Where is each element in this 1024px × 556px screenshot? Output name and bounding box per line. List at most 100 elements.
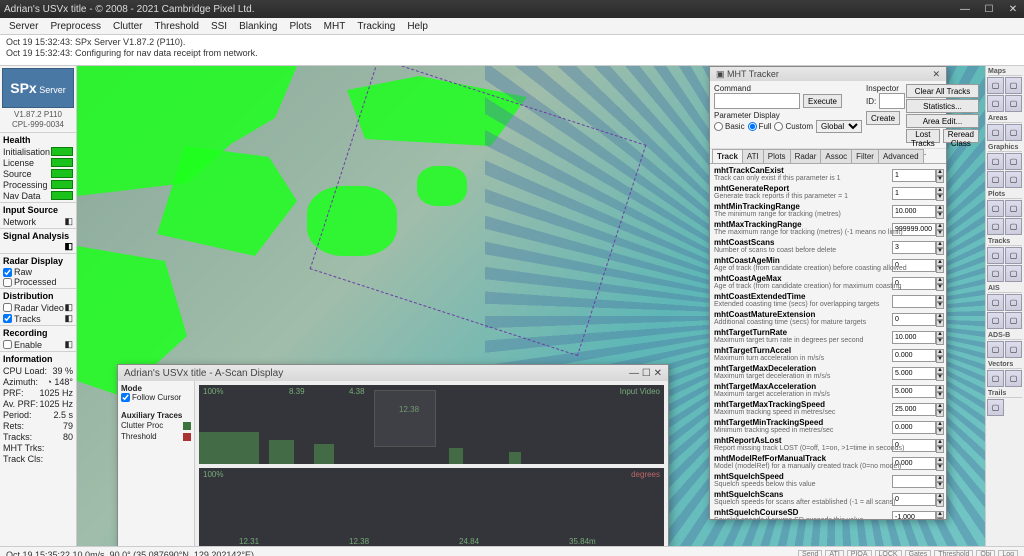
spin-down-icon[interactable]: ▼ xyxy=(936,374,944,381)
reread-class-button[interactable]: Reread Class xyxy=(943,129,979,143)
spin-up-icon[interactable]: ▲ xyxy=(936,241,944,248)
tool-button[interactable]: ▢ xyxy=(1005,294,1022,311)
param-input[interactable] xyxy=(892,187,936,200)
menu-clutter[interactable]: Clutter xyxy=(108,20,147,33)
tab-ati[interactable]: ATI xyxy=(742,149,764,163)
spin-up-icon[interactable]: ▲ xyxy=(936,259,944,266)
param-input[interactable] xyxy=(892,313,936,326)
spin-down-icon[interactable]: ▼ xyxy=(936,464,944,471)
command-input[interactable] xyxy=(714,93,800,109)
menu-server[interactable]: Server xyxy=(4,20,43,33)
spin-down-icon[interactable]: ▼ xyxy=(936,320,944,327)
param-input[interactable] xyxy=(892,421,936,434)
spin-up-icon[interactable]: ▲ xyxy=(936,403,944,410)
menu-blanking[interactable]: Blanking xyxy=(234,20,282,33)
open-icon[interactable]: ◧ xyxy=(64,241,73,252)
spin-up-icon[interactable]: ▲ xyxy=(936,457,944,464)
tool-button[interactable]: ▢ xyxy=(1005,370,1022,387)
spin-down-icon[interactable]: ▼ xyxy=(936,518,944,519)
menu-tracking[interactable]: Tracking xyxy=(352,20,400,33)
close-icon[interactable]: ✕ xyxy=(1006,4,1020,15)
menu-preprocess[interactable]: Preprocess xyxy=(45,20,106,33)
spin-up-icon[interactable]: ▲ xyxy=(936,277,944,284)
spin-up-icon[interactable]: ▲ xyxy=(936,295,944,302)
tool-button[interactable]: ▢ xyxy=(1005,153,1022,170)
tab-track[interactable]: Track xyxy=(712,149,743,163)
spin-up-icon[interactable]: ▲ xyxy=(936,331,944,338)
param-input[interactable] xyxy=(892,349,936,362)
id-input[interactable] xyxy=(879,93,905,109)
maximize-icon[interactable]: ☐ xyxy=(982,4,996,15)
spin-down-icon[interactable]: ▼ xyxy=(936,194,944,201)
spin-down-icon[interactable]: ▼ xyxy=(936,284,944,291)
spin-up-icon[interactable]: ▲ xyxy=(936,367,944,374)
tool-button[interactable]: ▢ xyxy=(1005,218,1022,235)
create-button[interactable]: Create xyxy=(866,111,900,125)
tool-button[interactable]: ▢ xyxy=(987,370,1004,387)
spin-up-icon[interactable]: ▲ xyxy=(936,223,944,230)
tab-advanced[interactable]: Advanced xyxy=(878,149,924,163)
tool-button[interactable]: ▢ xyxy=(987,399,1004,416)
basic-radio[interactable]: Basic xyxy=(714,122,745,131)
spin-up-icon[interactable]: ▲ xyxy=(936,313,944,320)
tool-button[interactable]: ▢ xyxy=(987,77,1004,94)
radar-map[interactable]: Adrian's USVx title - A-Scan Display — ☐… xyxy=(77,66,985,546)
tool-button[interactable]: ▢ xyxy=(987,265,1004,282)
tool-button[interactable]: ▢ xyxy=(1005,247,1022,264)
param-input[interactable] xyxy=(892,475,936,488)
spin-up-icon[interactable]: ▲ xyxy=(936,475,944,482)
spin-down-icon[interactable]: ▼ xyxy=(936,230,944,237)
ascan-plot-top[interactable]: Input Video 100% 8.39 4.38 12.38 xyxy=(199,385,664,464)
spin-up-icon[interactable]: ▲ xyxy=(936,511,944,518)
area-edit-button[interactable]: Area Edit... xyxy=(906,114,979,128)
spin-up-icon[interactable]: ▲ xyxy=(936,205,944,212)
param-input[interactable] xyxy=(892,241,936,254)
menu-ssi[interactable]: SSI xyxy=(206,20,232,33)
spin-down-icon[interactable]: ▼ xyxy=(936,410,944,417)
menu-plots[interactable]: Plots xyxy=(284,20,316,33)
tool-button[interactable]: ▢ xyxy=(987,95,1004,112)
open-icon[interactable]: ◧ xyxy=(64,216,73,227)
tracks-checkbox[interactable]: Tracks xyxy=(3,314,41,324)
enable-checkbox[interactable]: Enable xyxy=(3,340,42,350)
tab-assoc[interactable]: Assoc xyxy=(820,149,852,163)
spin-down-icon[interactable]: ▼ xyxy=(936,248,944,255)
tool-button[interactable]: ▢ xyxy=(987,200,1004,217)
execute-button[interactable]: Execute xyxy=(803,94,842,108)
spin-up-icon[interactable]: ▲ xyxy=(936,421,944,428)
close-icon[interactable]: ✕ xyxy=(654,368,662,379)
tool-button[interactable]: ▢ xyxy=(987,312,1004,329)
spin-up-icon[interactable]: ▲ xyxy=(936,187,944,194)
global-select[interactable]: Global xyxy=(816,120,862,133)
param-input[interactable] xyxy=(892,169,936,182)
tab-radar[interactable]: Radar xyxy=(790,149,822,163)
param-input[interactable] xyxy=(892,511,936,519)
spin-down-icon[interactable]: ▼ xyxy=(936,482,944,489)
spin-down-icon[interactable]: ▼ xyxy=(936,500,944,507)
spin-up-icon[interactable]: ▲ xyxy=(936,349,944,356)
tool-button[interactable]: ▢ xyxy=(1005,200,1022,217)
radarvideo-checkbox[interactable]: Radar Video xyxy=(3,303,64,313)
statistics-button[interactable]: Statistics... xyxy=(906,99,979,113)
spin-down-icon[interactable]: ▼ xyxy=(936,176,944,183)
spin-up-icon[interactable]: ▲ xyxy=(936,493,944,500)
tool-button[interactable]: ▢ xyxy=(1005,95,1022,112)
mht-params[interactable]: mhtTrackCanExistTrack can only exist if … xyxy=(710,164,946,519)
param-input[interactable] xyxy=(892,493,936,506)
custom-radio[interactable]: Custom xyxy=(774,122,813,131)
spin-up-icon[interactable]: ▲ xyxy=(936,439,944,446)
tool-button[interactable]: ▢ xyxy=(987,124,1004,141)
spin-down-icon[interactable]: ▼ xyxy=(936,392,944,399)
tool-button[interactable]: ▢ xyxy=(987,153,1004,170)
tool-button[interactable]: ▢ xyxy=(987,294,1004,311)
menu-threshold[interactable]: Threshold xyxy=(149,20,203,33)
spin-up-icon[interactable]: ▲ xyxy=(936,385,944,392)
param-input[interactable] xyxy=(892,331,936,344)
tool-button[interactable]: ▢ xyxy=(987,171,1004,188)
close-icon[interactable]: ✕ xyxy=(932,69,940,79)
tool-button[interactable]: ▢ xyxy=(1005,312,1022,329)
tool-button[interactable]: ▢ xyxy=(987,218,1004,235)
tab-plots[interactable]: Plots xyxy=(763,149,791,163)
spin-down-icon[interactable]: ▼ xyxy=(936,338,944,345)
full-radio[interactable]: Full xyxy=(748,122,772,131)
